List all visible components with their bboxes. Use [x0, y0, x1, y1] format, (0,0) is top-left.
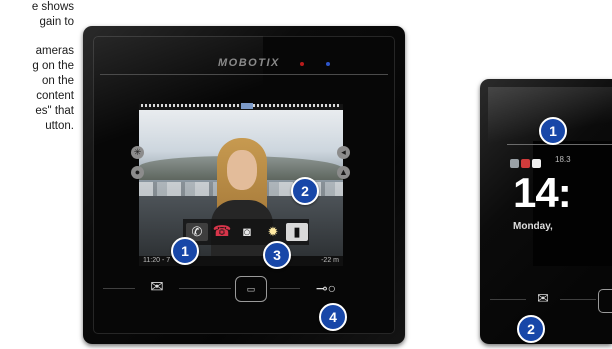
door-icon[interactable]: ▮	[286, 223, 308, 241]
manual-text: e shows gain to ameras g on the on the c…	[0, 0, 74, 134]
home-button[interactable]	[598, 289, 612, 313]
callout-badge-4: 4	[319, 303, 347, 331]
manual-line: ameras	[35, 45, 74, 57]
bell-icon	[532, 159, 541, 168]
manual-line: es" that	[35, 105, 74, 117]
intercom-device: MOBOTIX ✳ ● ◂ ▲ ✆ ☎ ◙ ✹ ▮ 11:20 - 7 -22 …	[83, 26, 405, 344]
manual-line: utton.	[45, 120, 74, 132]
clock-date: Monday,	[513, 221, 553, 232]
hangup-icon[interactable]: ☎	[211, 223, 233, 241]
button-rail	[560, 299, 596, 300]
letter-icon[interactable]: ✉	[530, 290, 556, 308]
callout-badge-1: 1	[539, 117, 567, 145]
manual-line: e shows	[31, 1, 74, 13]
home-button[interactable]: ▭	[235, 276, 267, 302]
alert-icon[interactable]: ▲	[337, 166, 350, 179]
timeline-ticks	[141, 103, 341, 109]
separator-line	[100, 74, 388, 75]
manual-line: g on the	[32, 60, 74, 72]
separator-line	[507, 144, 612, 145]
timeline-marker[interactable]	[241, 103, 253, 109]
callout-badge-3: 3	[263, 241, 291, 269]
button-rail	[103, 288, 135, 289]
intercom-device-2: 18.3 14: Monday, 1 2 ✉	[480, 79, 612, 344]
light-icon[interactable]: ✹	[262, 223, 284, 241]
status-led-red	[300, 62, 304, 66]
button-rail	[270, 288, 300, 289]
status-icons	[510, 155, 544, 168]
key-icon[interactable]: ⊸○	[305, 280, 347, 296]
status-icon	[510, 159, 519, 168]
distance-label: -22 m	[321, 257, 339, 264]
time-label: 11:20 - 7	[143, 257, 171, 264]
callout-badge-1: 1	[171, 237, 199, 265]
display-screen-2: 18.3 14: Monday,	[507, 141, 612, 266]
manual-line: content	[36, 90, 74, 102]
visitor-face	[227, 150, 257, 190]
alarm-icon	[521, 159, 530, 168]
manual-line: gain to	[39, 16, 74, 28]
callout-badge-2: 2	[291, 177, 319, 205]
callout-badge-2: 2	[517, 315, 545, 343]
manual-line: on the	[42, 75, 74, 87]
letter-icon[interactable]: ✉	[140, 277, 174, 297]
status-led-blue	[326, 62, 330, 66]
camera-icon[interactable]: ◙	[236, 223, 258, 241]
button-rail	[179, 288, 231, 289]
camera-switch-icon[interactable]: ✳	[131, 146, 144, 159]
status-time: 18.3	[555, 155, 571, 164]
screen-statusbar: 11:20 - 7 -22 m	[139, 256, 343, 266]
user-icon[interactable]: ●	[131, 166, 144, 179]
volume-icon[interactable]: ◂	[337, 146, 350, 159]
brand-logo: MOBOTIX	[218, 57, 280, 69]
call-toolbar: ✆ ☎ ◙ ✹ ▮	[183, 219, 309, 245]
clock-display: 14:	[513, 169, 572, 216]
button-rail	[490, 299, 526, 300]
